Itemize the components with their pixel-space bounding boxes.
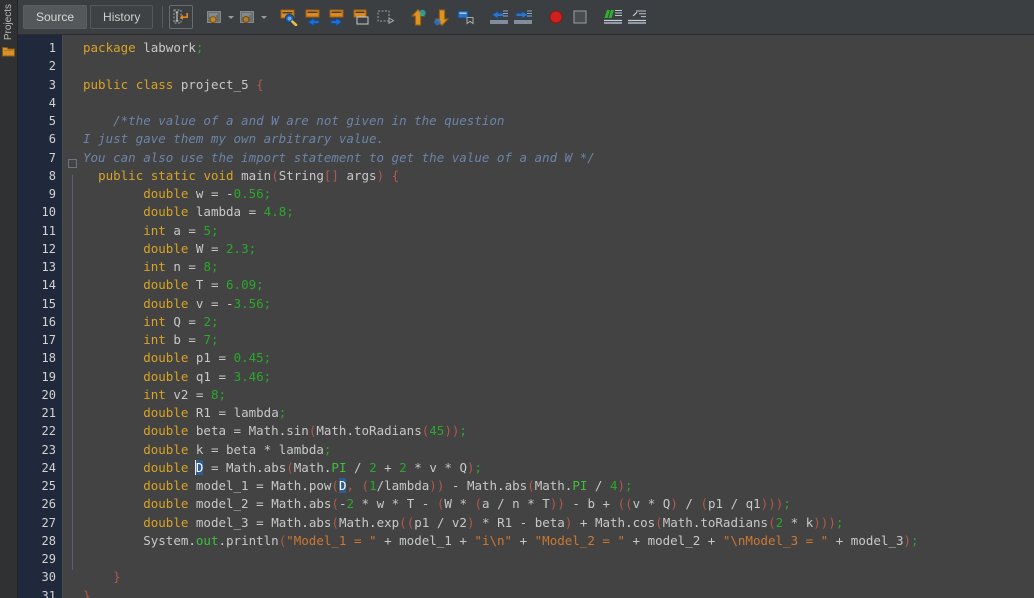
next-error-icon[interactable]: [430, 5, 454, 29]
code-fold-margin[interactable]: [63, 35, 83, 598]
fold-guide-line: [72, 175, 73, 570]
code-line[interactable]: System.out.println("Model_1 = " + model_…: [83, 532, 1034, 550]
code-line[interactable]: int n = 8;: [83, 258, 1034, 276]
toggle-highlight-search-icon[interactable]: [349, 5, 373, 29]
line-number: 31: [41, 588, 56, 598]
left-dock: Projects: [0, 0, 18, 598]
code-line[interactable]: I just gave them my own arbitrary value.: [83, 130, 1034, 148]
previous-error-icon[interactable]: [406, 5, 430, 29]
find-previous-icon[interactable]: [301, 5, 325, 29]
editor-area: Source History 1 2 3 4 5 6 7 8 9 10 11 1…: [18, 0, 1034, 598]
projects-folder-icon[interactable]: [2, 44, 15, 62]
code-line[interactable]: double k = beta * lambda;: [83, 441, 1034, 459]
line-number: 23: [41, 442, 56, 457]
code-lines: package labwork; public class project_5 …: [83, 39, 1034, 598]
code-line[interactable]: double beta = Math.sin(Math.toRadians(45…: [83, 422, 1034, 440]
line-number: 14: [41, 278, 56, 293]
shift-line-left-icon[interactable]: [487, 5, 511, 29]
code-line[interactable]: double lambda = 4.8;: [83, 203, 1034, 221]
back-edit-icon[interactable]: [235, 5, 259, 29]
line-number: 10: [41, 205, 56, 220]
line-number: 19: [41, 369, 56, 384]
code-line[interactable]: double q1 = 3.46;: [83, 368, 1034, 386]
code-line[interactable]: }: [83, 568, 1034, 586]
line-number: 1: [48, 41, 56, 55]
code-line[interactable]: double model_1 = Math.pow(D, (1/lambda))…: [83, 477, 1034, 495]
code-line[interactable]: [83, 57, 1034, 75]
code-line[interactable]: int Q = 2;: [83, 313, 1034, 331]
line-number: 12: [41, 241, 56, 256]
shift-line-right-icon[interactable]: [511, 5, 535, 29]
back-edit-dropdown-icon[interactable]: [259, 6, 268, 28]
line-number: 26: [41, 497, 56, 512]
code-line[interactable]: int a = 5;: [83, 222, 1034, 240]
line-number: 29: [41, 552, 56, 566]
tab-history[interactable]: History: [90, 5, 154, 29]
code-line[interactable]: package labwork;: [83, 39, 1034, 57]
code-line[interactable]: /*the value of a and W are not given in …: [83, 112, 1034, 130]
start-macro-recording-icon[interactable]: [544, 5, 568, 29]
tab-source[interactable]: Source: [23, 5, 88, 29]
line-number: 2: [48, 59, 56, 74]
stop-macro-recording-icon[interactable]: [568, 5, 592, 29]
code-line[interactable]: double p1 = 0.45;: [83, 349, 1034, 367]
line-number: 3: [48, 77, 56, 92]
code-line[interactable]: double model_3 = Math.abs(Math.exp((p1 /…: [83, 514, 1034, 532]
editor-toolbar: Source History: [18, 0, 1034, 35]
code-line[interactable]: double D = Math.abs(Math.PI / 2 + 2 * v …: [83, 459, 1034, 477]
code-editor[interactable]: 1 2 3 4 5 6 7 8 9 10 11 12 13 14 15 16 17 18 19 20 21 22 23 24 2…: [18, 35, 1034, 598]
code-line[interactable]: double W = 2.3;: [83, 240, 1034, 258]
line-number: 27: [41, 515, 56, 530]
code-line[interactable]: }: [83, 587, 1034, 598]
line-number: 30: [41, 570, 56, 585]
code-line[interactable]: double T = 6.09;: [83, 276, 1034, 294]
toggle-rectangular-selection-icon[interactable]: [169, 5, 194, 29]
line-number-gutter: 1 2 3 4 5 6 7 8 9 10 11 12 13 14 15 16 17 18 19 20 21 22 23 24 2…: [18, 35, 63, 598]
line-number: 21: [41, 406, 56, 420]
line-number: 8: [48, 168, 56, 183]
line-number: 18: [41, 351, 56, 366]
line-number: 9: [48, 187, 56, 201]
code-line[interactable]: double w = -0.56;: [83, 185, 1034, 203]
line-number: 28: [41, 533, 56, 548]
toggle-bookmark-icon[interactable]: [454, 5, 478, 29]
code-line[interactable]: double model_2 = Math.abs(-2 * w * T - (…: [83, 495, 1034, 513]
line-number: 20: [41, 387, 56, 402]
code-line[interactable]: public static void main(String[] args) {: [83, 167, 1034, 185]
line-number: 7: [48, 150, 56, 165]
line-number: 17: [41, 333, 56, 347]
find-next-icon[interactable]: [325, 5, 349, 29]
last-edit-dropdown-icon[interactable]: [226, 6, 235, 28]
code-line[interactable]: [83, 94, 1034, 112]
sidebar-tab-projects[interactable]: Projects: [3, 4, 14, 40]
line-number: 16: [41, 314, 56, 329]
show-diff-icon[interactable]: [601, 5, 625, 29]
line-number: 11: [41, 223, 56, 238]
ide-window: Projects Source History 1 2 3 4 5 6 7 8 …: [0, 0, 1034, 598]
code-line[interactable]: [83, 550, 1034, 568]
code-line[interactable]: double v = -3.56;: [83, 295, 1034, 313]
line-number: 4: [48, 95, 56, 110]
code-line[interactable]: public class project_5 {: [83, 76, 1034, 94]
line-number: 25: [41, 479, 56, 493]
toolbar-separator-1: [162, 6, 164, 28]
code-line[interactable]: int v2 = 8;: [83, 386, 1034, 404]
previous-bookmark-icon[interactable]: [373, 5, 397, 29]
fold-marker-main[interactable]: [68, 159, 77, 168]
line-number: 24: [41, 460, 56, 475]
line-number: 15: [41, 296, 56, 311]
code-content[interactable]: package labwork; public class project_5 …: [83, 35, 1034, 598]
line-number: 13: [41, 260, 56, 274]
code-line[interactable]: double R1 = lambda;: [83, 404, 1034, 422]
line-number: 5: [48, 114, 56, 128]
line-number: 22: [41, 424, 56, 439]
line-number: 6: [48, 132, 56, 147]
last-edit-icon[interactable]: [202, 5, 226, 29]
toggle-line-wrap-icon[interactable]: [625, 5, 649, 29]
find-selection-icon[interactable]: [277, 5, 301, 29]
code-line[interactable]: You can also use the import statement to…: [83, 149, 1034, 167]
code-line[interactable]: int b = 7;: [83, 331, 1034, 349]
